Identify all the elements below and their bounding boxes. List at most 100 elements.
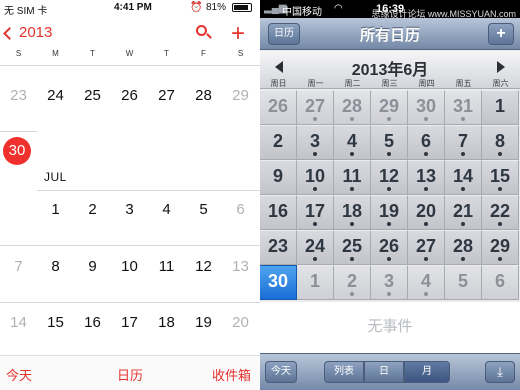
day-number: 28 [452,236,474,256]
month-title: 2013年6月 [351,62,429,79]
day-cell[interactable]: 27 [408,230,445,265]
day-cell[interactable]: 13 [408,160,445,195]
day-cell[interactable]: 2 [334,265,371,300]
day-cell[interactable]: 4 [334,125,371,160]
day-cell[interactable]: 19 [371,195,408,230]
inbox-button[interactable]: 收件箱 [212,365,251,384]
day-cell[interactable]: 3 [371,265,408,300]
day-cell[interactable]: 10 [297,160,334,195]
month-view-button[interactable]: 月 [404,361,450,383]
day-cell[interactable]: 31 [445,90,482,125]
day-cell[interactable]: 13 [222,258,259,275]
status-time: 4:41 PM [114,2,152,13]
day-cell[interactable]: 24 [297,230,334,265]
day-cell[interactable]: 8 [482,125,519,160]
day-cell[interactable]: 6 [482,265,519,300]
day-cell[interactable]: 20 [408,195,445,230]
day-cell[interactable]: 19 [185,314,222,331]
weekday-label: S [15,49,22,58]
today-button[interactable]: 今天 [6,365,32,384]
day-cell[interactable]: 12 [185,258,222,275]
back-to-year-button[interactable]: 2013 [3,24,52,41]
day-cell[interactable]: 3 [111,201,148,218]
day-cell[interactable]: 25 [74,87,111,104]
day-cell[interactable]: 1 [482,90,519,125]
day-cell[interactable]: 26 [111,87,148,104]
day-cell[interactable]: 2 [260,125,297,160]
day-cell[interactable]: 6 [222,201,259,218]
event-dot-icon [313,187,317,191]
day-number: 7 [457,131,468,151]
event-dot-icon [498,187,502,191]
day-cell[interactable]: 25 [334,230,371,265]
day-cell[interactable]: 26 [371,230,408,265]
day-cell[interactable]: 24 [37,87,74,104]
day-cell[interactable]: 9 [74,258,111,275]
weekday-label: 周二 [344,79,361,88]
list-view-button[interactable]: 列表 [324,361,364,383]
day-cell[interactable]: 29 [222,87,259,104]
day-cell[interactable]: 27 [297,90,334,125]
day-cell[interactable]: 23 [0,87,37,104]
today-button[interactable]: 今天 [265,361,297,383]
day-cell[interactable]: 28 [185,87,222,104]
day-cell[interactable]: 7 [0,258,37,275]
day-number: 27 [304,96,326,116]
day-cell[interactable]: 28 [334,90,371,125]
day-cell[interactable]: 14 [445,160,482,195]
day-number: 2 [346,271,357,291]
inbox-download-icon[interactable]: ⤓ [485,361,515,383]
day-cell[interactable]: 9 [260,160,297,195]
day-cell[interactable]: 5 [371,125,408,160]
day-cell[interactable]: 29 [482,230,519,265]
add-event-icon[interactable]: + [231,20,245,48]
day-cell[interactable]: 17 [111,314,148,331]
day-cell[interactable]: 12 [371,160,408,195]
day-cell[interactable]: 11 [334,160,371,195]
day-cell[interactable]: 15 [482,160,519,195]
day-cell[interactable]: 15 [37,314,74,331]
day-cell[interactable]: 23 [260,230,297,265]
next-month-icon[interactable] [497,61,505,73]
day-cell[interactable]: 22 [482,195,519,230]
day-cell[interactable]: 1 [37,201,74,218]
day-cell[interactable]: 18 [334,195,371,230]
add-event-button[interactable]: + [488,23,514,45]
day-number: 10 [304,166,326,186]
today-day-cell[interactable]: 30 [3,137,31,165]
day-cell[interactable]: 17 [297,195,334,230]
day-cell[interactable]: 11 [148,258,185,275]
selected-day-cell[interactable]: 30 [260,265,297,300]
day-cell[interactable]: 10 [111,258,148,275]
day-cell[interactable]: 5 [185,201,222,218]
day-cell[interactable]: 7 [445,125,482,160]
day-cell[interactable]: 28 [445,230,482,265]
day-cell[interactable]: 1 [297,265,334,300]
day-cell[interactable]: 16 [260,195,297,230]
day-cell[interactable]: 5 [445,265,482,300]
no-events-label: 无事件 [260,302,520,353]
search-icon[interactable] [196,25,212,41]
day-number: 30 [415,96,437,116]
day-cell[interactable]: 8 [37,258,74,275]
day-cell[interactable]: 14 [0,314,37,331]
day-cell[interactable]: 29 [371,90,408,125]
day-cell[interactable]: 21 [445,195,482,230]
day-cell[interactable]: 18 [148,314,185,331]
day-cell[interactable]: 4 [148,201,185,218]
divider [0,245,260,246]
day-view-button[interactable]: 日 [364,361,404,383]
day-cell[interactable]: 27 [148,87,185,104]
day-cell[interactable]: 3 [297,125,334,160]
event-dot-icon [461,222,465,226]
day-cell[interactable]: 2 [74,201,111,218]
day-cell[interactable]: 6 [408,125,445,160]
weekday-label: 周日 [270,79,287,88]
event-dot-icon [313,257,317,261]
day-cell[interactable]: 26 [260,90,297,125]
calendars-button[interactable]: 日历 [117,365,143,384]
day-cell[interactable]: 30 [408,90,445,125]
day-cell[interactable]: 20 [222,314,259,331]
day-cell[interactable]: 16 [74,314,111,331]
day-cell[interactable]: 4 [408,265,445,300]
